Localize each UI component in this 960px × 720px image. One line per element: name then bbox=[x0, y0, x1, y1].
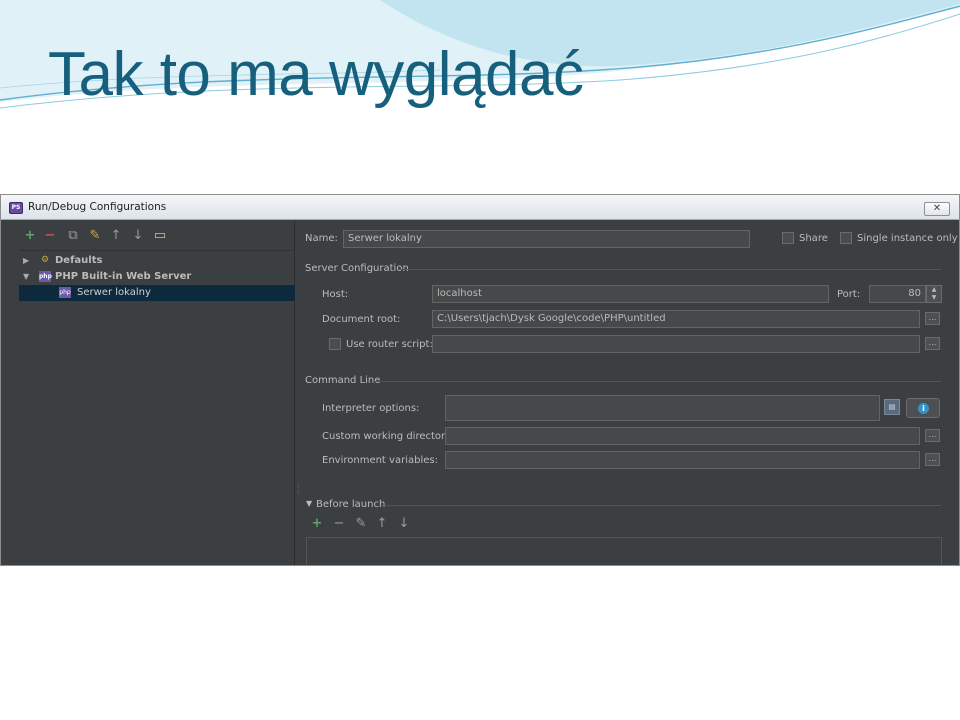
browse-cwd-button[interactable]: ... bbox=[925, 429, 940, 442]
configurations-tree: ▶ ⚙ Defaults ▼ php PHP Built-in Web Serv… bbox=[19, 253, 295, 301]
php-icon: php bbox=[59, 287, 71, 298]
move-up-icon[interactable]: ↑ bbox=[109, 229, 123, 243]
single-instance-checkbox[interactable] bbox=[840, 232, 852, 244]
tree-item-label: PHP Built-in Web Server bbox=[55, 271, 192, 282]
tree-item-php-server[interactable]: ▼ php PHP Built-in Web Server bbox=[19, 269, 295, 285]
host-label: Host: bbox=[322, 289, 349, 300]
share-checkbox[interactable] bbox=[782, 232, 794, 244]
server-config-title: Server Configuration bbox=[305, 263, 409, 274]
dialog-titlebar: PS Run/Debug Configurations ✕ bbox=[1, 195, 959, 220]
remove-icon[interactable]: − bbox=[43, 229, 57, 243]
slide-title: Tak to ma wyglądać bbox=[48, 40, 584, 109]
router-script-checkbox[interactable] bbox=[329, 338, 341, 350]
move-down-icon[interactable]: ↓ bbox=[131, 229, 145, 243]
browse-env-button[interactable]: ... bbox=[925, 453, 940, 466]
environment-variables-input[interactable] bbox=[445, 451, 920, 469]
dialog-title: Run/Debug Configurations bbox=[28, 201, 167, 213]
working-directory-input[interactable] bbox=[445, 427, 920, 445]
command-line-title: Command Line bbox=[305, 375, 381, 386]
before-launch-title: Before launch bbox=[316, 499, 386, 510]
port-input[interactable]: 80 bbox=[869, 285, 926, 303]
document-root-label: Document root: bbox=[322, 314, 401, 325]
working-directory-label: Custom working directory: bbox=[322, 431, 454, 442]
expand-editor-icon[interactable]: ▤ bbox=[884, 399, 900, 415]
splitter-handle[interactable]: · · · · bbox=[297, 481, 300, 498]
defaults-icon: ⚙ bbox=[40, 255, 50, 265]
run-debug-dialog: PS Run/Debug Configurations ✕ + − ⧉ ✎ ↑ … bbox=[0, 194, 960, 566]
edit-defaults-icon[interactable]: ✎ bbox=[88, 229, 102, 243]
section-divider bbox=[373, 381, 941, 382]
router-script-input[interactable] bbox=[432, 335, 920, 353]
browse-docroot-button[interactable]: ... bbox=[925, 312, 940, 325]
tree-item-serwer-lokalny[interactable]: php Serwer lokalny bbox=[19, 285, 295, 301]
browse-router-button[interactable]: ... bbox=[925, 337, 940, 350]
share-label: Share bbox=[799, 233, 828, 244]
name-label: Name: bbox=[305, 233, 338, 244]
before-launch-list[interactable] bbox=[306, 537, 942, 565]
environment-variables-label: Environment variables: bbox=[322, 455, 438, 466]
tree-item-label: Defaults bbox=[55, 255, 103, 266]
move-task-up-icon[interactable]: ↑ bbox=[375, 517, 389, 531]
document-root-input[interactable]: C:\Users\tjach\Dysk Google\code\PHP\unti… bbox=[432, 310, 920, 328]
collapse-arrow-icon[interactable]: ▼ bbox=[23, 269, 29, 285]
add-icon[interactable]: + bbox=[23, 229, 37, 243]
port-label: Port: bbox=[837, 289, 861, 300]
add-task-icon[interactable]: + bbox=[310, 517, 324, 531]
tree-item-defaults[interactable]: ▶ ⚙ Defaults bbox=[19, 253, 295, 269]
interpreter-options-input[interactable] bbox=[445, 395, 880, 421]
php-icon: php bbox=[39, 271, 52, 282]
expand-arrow-icon[interactable]: ▶ bbox=[23, 253, 29, 269]
edit-task-icon[interactable]: ✎ bbox=[354, 517, 368, 531]
info-button[interactable]: i bbox=[906, 398, 940, 418]
move-task-down-icon[interactable]: ↓ bbox=[397, 517, 411, 531]
section-divider bbox=[381, 505, 941, 506]
section-divider bbox=[399, 269, 941, 270]
tree-item-label: Serwer lokalny bbox=[77, 287, 151, 298]
host-input[interactable]: localhost bbox=[432, 285, 829, 303]
configurations-toolbar: + − ⧉ ✎ ↑ ↓ ▭ bbox=[19, 221, 295, 251]
router-script-label: Use router script: bbox=[346, 339, 433, 350]
info-icon: i bbox=[918, 403, 929, 414]
phpstorm-icon: PS bbox=[9, 202, 23, 214]
copy-icon[interactable]: ⧉ bbox=[66, 229, 80, 243]
configurations-panel: + − ⧉ ✎ ↑ ↓ ▭ ▶ ⚙ Defaults ▼ php PHP Bui… bbox=[19, 221, 295, 565]
close-button[interactable]: ✕ bbox=[924, 202, 950, 216]
interpreter-options-label: Interpreter options: bbox=[322, 403, 420, 414]
folder-icon[interactable]: ▭ bbox=[153, 229, 167, 243]
remove-task-icon[interactable]: − bbox=[332, 517, 346, 531]
port-spinner[interactable]: ▲ ▼ bbox=[926, 285, 942, 303]
collapse-arrow-icon[interactable]: ▼ bbox=[306, 499, 312, 508]
single-instance-label: Single instance only bbox=[857, 233, 958, 244]
name-input[interactable]: Serwer lokalny bbox=[343, 230, 750, 248]
